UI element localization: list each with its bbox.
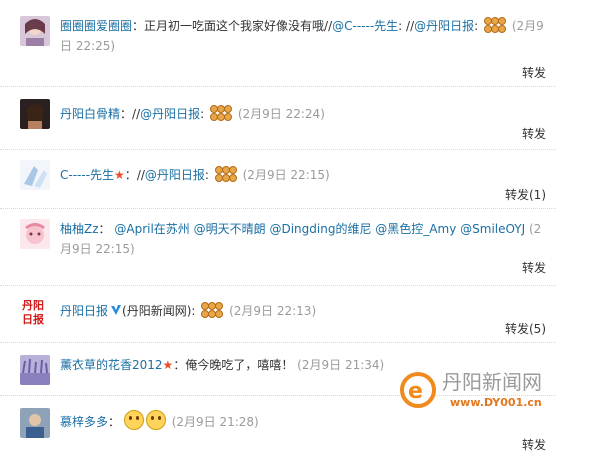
mention-link[interactable]: @April在苏州: [114, 222, 189, 236]
mention-link[interactable]: @丹阳日报: [145, 168, 205, 182]
list-item: 丹阳 日报 丹阳日报 (丹阳新闻网): (2月9日 22:13) 转发(5): [0, 286, 556, 343]
emoticon-icon: [484, 17, 507, 33]
forward-button[interactable]: 转发(1): [505, 186, 546, 203]
forward-button[interactable]: 转发(5): [505, 320, 546, 337]
emoticon-icon: [214, 166, 237, 182]
user-name-link[interactable]: 丹阳日报: [60, 304, 108, 318]
mention-link[interactable]: @SmileOYJ: [460, 222, 525, 236]
repost-separator: //: [136, 168, 145, 182]
comment-content: 柚柚Zz： @April在苏州 @明天不晴朗 @Dingding的维尼 @黑色控…: [60, 219, 546, 259]
avatar[interactable]: [20, 408, 50, 438]
forward-button[interactable]: 转发: [522, 125, 546, 142]
colon: ：: [173, 358, 186, 372]
timestamp: (2月9日 21:34): [297, 358, 385, 372]
list-item: C-----先生★：//@丹阳日报: (2月9日 22:15) 转发(1): [0, 150, 556, 209]
comment-content: 丹阳日报 (丹阳新闻网): (2月9日 22:13): [60, 301, 546, 321]
forward-button[interactable]: 转发: [522, 436, 546, 453]
svg-text:丹阳: 丹阳: [22, 298, 44, 312]
colon: :: [204, 168, 209, 182]
repost-separator: //: [132, 107, 141, 121]
emoticon-icon: [145, 410, 166, 430]
avatar[interactable]: [20, 16, 50, 46]
verified-badge-icon: [111, 305, 122, 315]
avatar[interactable]: [20, 160, 50, 190]
comment-content: C-----先生★：//@丹阳日报: (2月9日 22:15): [60, 165, 546, 185]
timestamp: (2月9日 22:13): [229, 304, 317, 318]
colon: :: [398, 19, 407, 33]
comment-text: 正月初一吃面这个我家好像没有哦: [144, 19, 325, 33]
emoticon-icon: [210, 105, 233, 121]
list-item: 柚柚Zz： @April在苏州 @明天不晴朗 @Dingding的维尼 @黑色控…: [0, 209, 556, 286]
repost-separator: //: [324, 19, 333, 33]
user-name-link[interactable]: 柚柚Zz: [60, 222, 99, 236]
timestamp: (2月9日 22:15): [242, 168, 330, 182]
timestamp: (2月9日 21:28): [171, 415, 259, 429]
site-watermark: e 丹阳新闻网 www.DY001.cn: [398, 360, 598, 420]
star-badge-icon: ★: [162, 358, 174, 372]
list-item: 丹阳白骨精：//@丹阳日报: (2月9日 22:24) 转发: [0, 87, 556, 150]
forward-button[interactable]: 转发: [522, 259, 546, 276]
user-name-link[interactable]: 薰衣草的花香2012: [60, 358, 163, 372]
comment-text: 俺今晚吃了，嘻嘻！: [185, 358, 294, 372]
mention-link[interactable]: @丹阳日报: [414, 19, 474, 33]
list-item: 圈圈圈爱圈圈：正月初一吃面这个我家好像没有哦//@C-----先生: //@丹阳…: [0, 0, 556, 87]
avatar[interactable]: [20, 99, 50, 129]
site-name: 丹阳新闻网: [442, 370, 542, 394]
svg-text:e: e: [408, 379, 423, 404]
colon: ：: [108, 415, 121, 429]
user-name-link[interactable]: 慕梓多多: [60, 415, 108, 429]
mention-link[interactable]: @黑色控_Amy: [375, 222, 456, 236]
colon: ：: [132, 19, 145, 33]
colon: ：: [120, 107, 133, 121]
timestamp: (2月9日 22:24): [237, 107, 325, 121]
colon: :: [474, 19, 479, 33]
star-badge-icon: ★: [114, 168, 125, 182]
colon: ：: [98, 222, 111, 236]
affiliation: (丹阳新闻网):: [122, 304, 196, 318]
emoticon-icon: [201, 302, 224, 318]
user-name-link[interactable]: 圈圈圈爱圈圈: [60, 19, 132, 33]
mention-link[interactable]: @明天不晴朗: [194, 222, 266, 236]
mention-link[interactable]: @C-----先生: [332, 19, 398, 33]
site-url: www.DY001.cn: [450, 396, 542, 409]
user-name-link[interactable]: C-----先生: [60, 168, 114, 182]
comment-content: 丹阳白骨精：//@丹阳日报: (2月9日 22:24): [60, 104, 546, 124]
avatar[interactable]: [20, 355, 50, 385]
avatar[interactable]: 丹阳 日报: [20, 296, 50, 326]
mention-link[interactable]: @丹阳日报: [140, 107, 200, 121]
mention-link[interactable]: @Dingding的维尼: [269, 222, 371, 236]
emoticon-icon: [123, 410, 144, 430]
forward-button[interactable]: 转发: [522, 64, 546, 81]
comment-content: 圈圈圈爱圈圈：正月初一吃面这个我家好像没有哦//@C-----先生: //@丹阳…: [60, 16, 546, 56]
svg-text:日报: 日报: [22, 312, 45, 326]
colon: :: [200, 107, 205, 121]
repost-separator: //: [406, 19, 415, 33]
user-name-link[interactable]: 丹阳白骨精: [60, 107, 120, 121]
avatar[interactable]: [20, 219, 50, 249]
colon: ：: [124, 168, 137, 182]
